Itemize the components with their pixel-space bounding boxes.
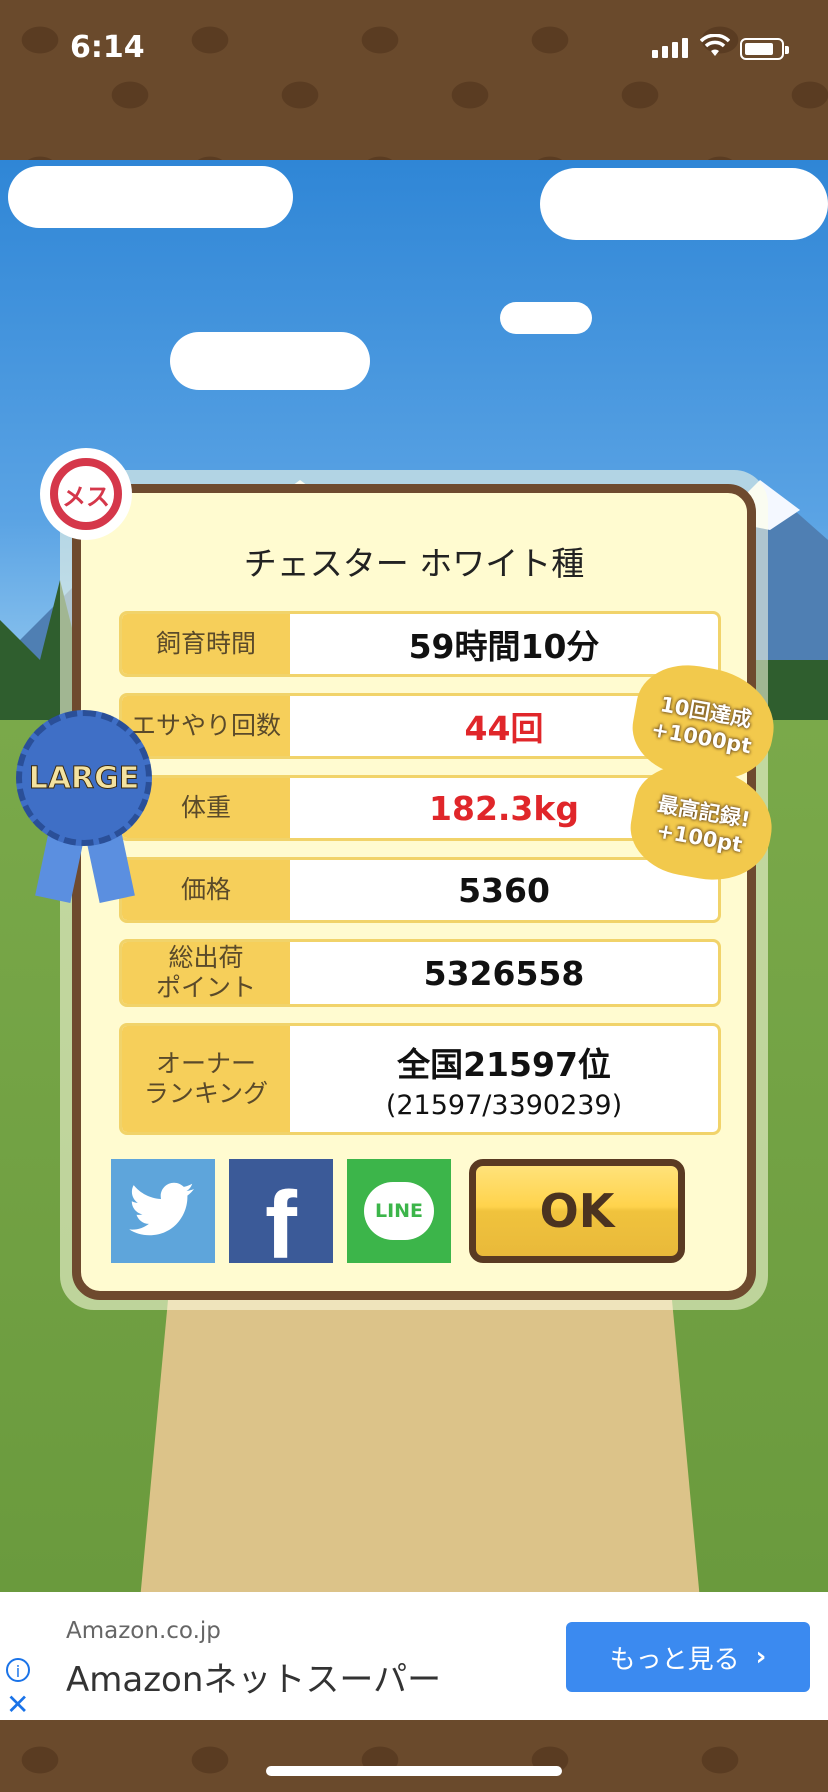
- size-label: LARGE: [28, 760, 140, 796]
- stat-value: 5326558: [423, 953, 585, 993]
- stat-label: 総出荷 ポイント: [122, 942, 290, 1004]
- stat-label: 飼育時間: [122, 614, 290, 674]
- cloud: [500, 302, 592, 334]
- ad-info-icon[interactable]: i: [6, 1658, 30, 1682]
- ribbon-rosette-icon: LARGE: [16, 710, 152, 846]
- ok-button[interactable]: OK: [469, 1159, 685, 1263]
- stat-row-owner-ranking: オーナー ランキング 全国21597位 (21597/3390239): [119, 1023, 721, 1135]
- cloud: [540, 168, 828, 240]
- female-gender-badge: メス: [40, 448, 132, 540]
- line-icon-text: LINE: [374, 1200, 424, 1222]
- facebook-share-button[interactable]: f: [229, 1159, 333, 1279]
- twitter-share-button[interactable]: [111, 1159, 215, 1263]
- line-share-button[interactable]: LINE: [347, 1159, 451, 1263]
- ranking-rank: 全国21597位: [397, 1044, 611, 1084]
- result-panel: チェスター ホワイト種 飼育時間 59時間10分 エサやり回数 44回 体重 1…: [72, 484, 756, 1300]
- gender-label: メス: [62, 482, 110, 511]
- ad-more-button[interactable]: もっと見る ›: [566, 1622, 810, 1692]
- breed-title: チェスター ホワイト種: [243, 544, 585, 583]
- stat-row-shipping-points: 総出荷 ポイント 5326558: [119, 939, 721, 1007]
- ad-close-icon[interactable]: ✕: [6, 1688, 29, 1721]
- large-size-badge: LARGE: [16, 710, 152, 903]
- facebook-icon: f: [265, 1172, 297, 1279]
- home-indicator[interactable]: [266, 1766, 562, 1776]
- chevron-right-icon: ›: [755, 1642, 767, 1672]
- signal-icon: [652, 38, 688, 58]
- bottom-pattern-bg: [0, 1720, 828, 1792]
- status-bar: 6:14: [0, 0, 828, 100]
- line-icon: LINE: [364, 1182, 434, 1240]
- ad-banner[interactable]: i ✕ Amazon.co.jp Amazonネットスーパー もっと見る ›: [0, 1592, 828, 1721]
- ranking-value: 全国21597位 (21597/3390239): [290, 1026, 718, 1132]
- ad-title[interactable]: Amazonネットスーパー: [66, 1652, 441, 1701]
- stat-label: オーナー ランキング: [122, 1026, 290, 1132]
- stat-row-feeding-time: 飼育時間 59時間10分: [119, 611, 721, 677]
- cloud: [8, 166, 293, 228]
- twitter-icon: [129, 1182, 194, 1236]
- stat-row-price: 価格 5360: [119, 857, 721, 923]
- status-time: 6:14: [70, 30, 145, 65]
- stat-value: 5360: [458, 870, 550, 910]
- ad-domain: Amazon.co.jp: [66, 1618, 221, 1644]
- wifi-icon: [700, 34, 730, 56]
- stat-value: 59時間10分: [408, 627, 600, 666]
- ranking-detail: (21597/3390239): [385, 1089, 623, 1121]
- stat-row-feed-count: エサやり回数 44回: [119, 693, 721, 759]
- battery-icon: [740, 38, 789, 60]
- ad-more-label: もっと見る: [609, 1644, 740, 1675]
- female-icon: メス: [50, 458, 122, 530]
